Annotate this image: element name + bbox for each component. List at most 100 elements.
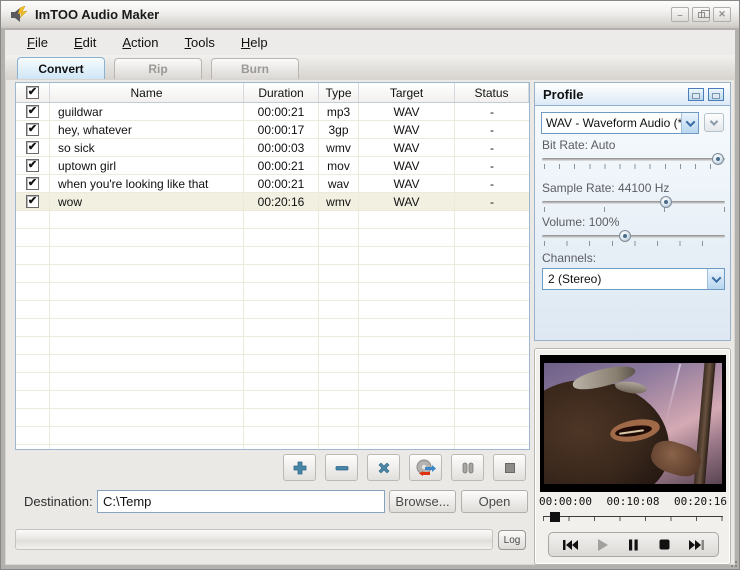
open-button[interactable]: Open xyxy=(461,490,528,513)
menu-tools[interactable]: Tools xyxy=(173,33,227,52)
cell-status: - xyxy=(455,175,529,192)
checkbox-checked-icon[interactable]: ✔ xyxy=(26,195,39,208)
skip-forward-button[interactable] xyxy=(684,536,708,554)
pause-button[interactable] xyxy=(451,454,484,481)
stop-button[interactable] xyxy=(493,454,526,481)
browse-button[interactable]: Browse... xyxy=(389,490,456,513)
stop-icon xyxy=(659,539,670,550)
checkbox-checked-icon[interactable]: ✔ xyxy=(26,141,39,154)
table-row[interactable]: ✔ hey, whatever 00:00:17 3gp WAV - xyxy=(16,121,529,139)
menu-bar: File Edit Action Tools Help xyxy=(5,30,735,55)
table-row[interactable]: ✔ so sick 00:00:03 wmv WAV - xyxy=(16,139,529,157)
time-middle: 00:10:08 xyxy=(607,495,660,508)
dropdown-arrow-icon[interactable] xyxy=(681,113,698,133)
channels-label: Channels: xyxy=(542,251,596,265)
checkbox-checked-icon[interactable]: ✔ xyxy=(26,86,39,99)
cell-name: hey, whatever xyxy=(50,121,244,138)
app-window: ImTOO Audio Maker – ✕ File Edit Action T… xyxy=(0,0,740,570)
tab-strip: Convert Rip Burn xyxy=(5,55,735,79)
cell-name: guildwar xyxy=(50,103,244,120)
title-bar[interactable]: ImTOO Audio Maker – ✕ xyxy=(1,1,739,29)
menu-action[interactable]: Action xyxy=(110,33,170,52)
column-header-name[interactable]: Name xyxy=(50,83,244,102)
profile-title: Profile xyxy=(535,87,583,102)
menu-help[interactable]: Help xyxy=(229,33,280,52)
cell-type: wav xyxy=(319,175,359,192)
sample-rate-slider[interactable] xyxy=(542,197,725,213)
bit-rate-slider[interactable] xyxy=(542,154,725,170)
player-controls xyxy=(548,532,719,557)
panel-view-icon[interactable] xyxy=(688,88,704,101)
progress-bar xyxy=(15,529,493,550)
tab-convert[interactable]: Convert xyxy=(17,57,105,79)
header-select-all[interactable]: ✔ xyxy=(16,83,50,102)
clear-list-button[interactable] xyxy=(367,454,400,481)
channels-dropdown[interactable]: 2 (Stereo) xyxy=(542,268,725,290)
skip-back-button[interactable] xyxy=(559,536,583,554)
volume-slider-thumb[interactable] xyxy=(619,230,631,242)
cell-type: mp3 xyxy=(319,103,359,120)
table-empty-rows xyxy=(16,211,529,449)
seek-bar[interactable] xyxy=(543,511,723,525)
menu-edit[interactable]: Edit xyxy=(62,33,108,52)
cell-duration: 00:00:21 xyxy=(244,175,319,192)
checkbox-checked-icon[interactable]: ✔ xyxy=(26,159,39,172)
time-start: 00:00:00 xyxy=(539,495,592,508)
column-header-status[interactable]: Status xyxy=(455,83,529,102)
close-button[interactable]: ✕ xyxy=(713,7,731,22)
tab-rip[interactable]: Rip xyxy=(114,58,202,79)
sample-rate-label: Sample Rate: 44100 Hz xyxy=(542,181,669,195)
app-logo-icon xyxy=(9,6,29,24)
checkbox-checked-icon[interactable]: ✔ xyxy=(26,123,39,136)
play-button[interactable] xyxy=(590,536,614,554)
tab-burn[interactable]: Burn xyxy=(211,58,299,79)
plus-icon xyxy=(292,460,308,476)
restore-button[interactable] xyxy=(692,7,710,22)
lightning-art xyxy=(665,364,682,423)
destination-input[interactable] xyxy=(97,490,385,513)
table-row[interactable]: ✔ when you're looking like that 00:00:21… xyxy=(16,175,529,193)
convert-button[interactable] xyxy=(409,454,442,481)
preview-panel: 00:00:00 00:10:08 00:20:16 xyxy=(534,348,731,565)
chevron-down-icon xyxy=(710,117,718,125)
cell-name: uptown girl xyxy=(50,157,244,174)
cell-type: wmv xyxy=(319,193,359,210)
table-row[interactable]: ✔ uptown girl 00:00:21 mov WAV - xyxy=(16,157,529,175)
resize-grip[interactable] xyxy=(729,559,737,567)
play-icon xyxy=(597,539,608,551)
add-file-button[interactable] xyxy=(283,454,316,481)
window-title: ImTOO Audio Maker xyxy=(35,7,159,22)
file-table: ✔ Name Duration Type Target Status ✔ gui… xyxy=(15,82,530,450)
menu-file[interactable]: File xyxy=(15,33,60,52)
table-row-selected[interactable]: ✔ wow 00:20:16 wmv WAV - xyxy=(16,193,529,211)
pause-playback-button[interactable] xyxy=(621,536,645,554)
checkbox-checked-icon[interactable]: ✔ xyxy=(26,177,39,190)
minus-icon xyxy=(334,460,350,476)
table-row[interactable]: ✔ guildwar 00:00:21 mp3 WAV - xyxy=(16,103,529,121)
column-header-duration[interactable]: Duration xyxy=(244,83,319,102)
log-button[interactable]: Log xyxy=(498,530,526,550)
dropdown-arrow-icon[interactable] xyxy=(707,269,724,289)
format-dropdown[interactable]: WAV - Waveform Audio (*.w xyxy=(541,112,699,134)
bit-rate-slider-thumb[interactable] xyxy=(712,153,724,165)
cell-status: - xyxy=(455,103,529,120)
bit-rate-label: Bit Rate: Auto xyxy=(542,138,615,152)
cell-type: 3gp xyxy=(319,121,359,138)
column-header-target[interactable]: Target xyxy=(359,83,455,102)
convert-disc-icon xyxy=(416,459,436,477)
destination-label: Destination: xyxy=(24,494,93,509)
sample-rate-slider-thumb[interactable] xyxy=(660,196,672,208)
volume-slider[interactable] xyxy=(542,231,725,247)
file-toolbar xyxy=(283,454,526,481)
panel-collapse-icon[interactable] xyxy=(708,88,724,101)
column-header-type[interactable]: Type xyxy=(319,83,359,102)
remove-file-button[interactable] xyxy=(325,454,358,481)
format-more-button[interactable] xyxy=(704,113,724,132)
checkbox-checked-icon[interactable]: ✔ xyxy=(26,105,39,118)
minimize-button[interactable]: – xyxy=(671,7,689,22)
cell-status: - xyxy=(455,121,529,138)
cell-duration: 00:00:21 xyxy=(244,157,319,174)
skip-forward-icon xyxy=(688,539,705,551)
stop-playback-button[interactable] xyxy=(653,536,677,554)
seek-thumb[interactable] xyxy=(550,512,560,522)
